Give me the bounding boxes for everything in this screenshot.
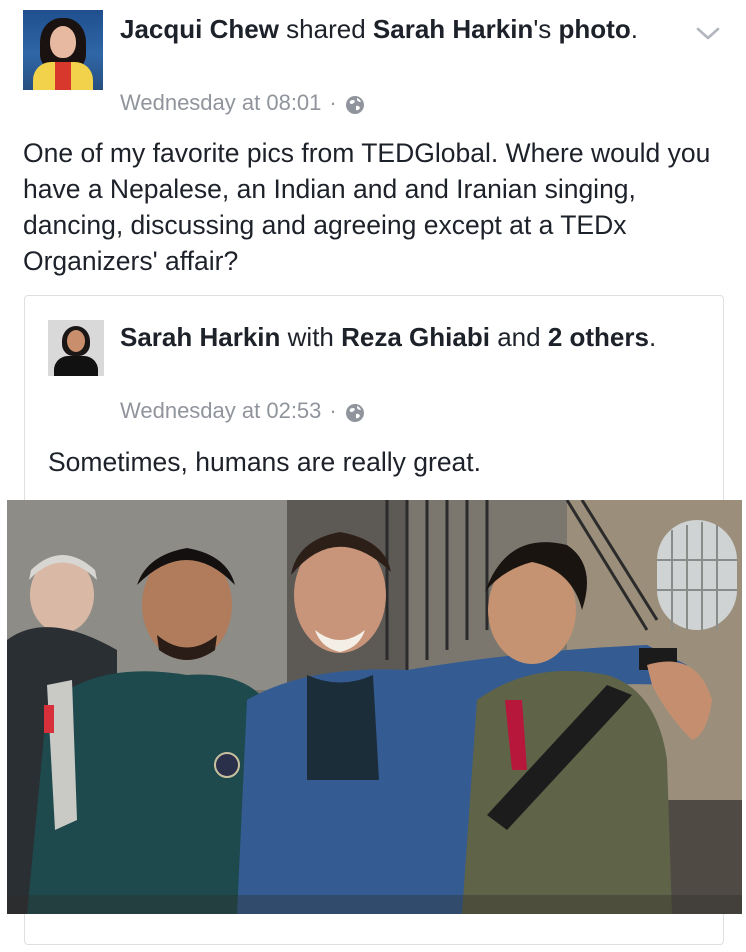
shared-author-link[interactable]: Sarah Harkin [120,322,280,352]
globe-icon[interactable] [345,93,365,114]
shared-photo[interactable] [7,500,742,914]
author-name-link[interactable]: Jacqui Chew [120,14,279,44]
header-action-text: shared [286,14,366,44]
post-meta: Wednesday at 08:01 · [120,88,365,118]
shared-author-avatar[interactable] [48,320,104,376]
feed-post: Jacqui Chew shared Sarah Harkin's photo.… [0,0,746,952]
possessive-suffix: 's [533,14,552,44]
post-timestamp[interactable]: Wednesday at 08:01 [120,88,321,118]
chevron-down-icon[interactable] [696,24,720,44]
shared-header-period: . [648,322,657,352]
meta-separator: · [329,90,337,115]
and-text: and [497,322,541,352]
others-link[interactable]: 2 others [548,322,649,352]
shared-post-meta: Wednesday at 02:53 · [120,396,365,426]
globe-icon[interactable] [345,401,365,422]
shared-object-link[interactable]: photo [559,14,631,44]
shared-meta-separator: · [329,398,337,423]
shared-owner-link[interactable]: Sarah Harkin [373,14,533,44]
shared-timestamp[interactable]: Wednesday at 02:53 [120,396,321,426]
author-avatar[interactable] [23,10,103,90]
shared-post-text: Sometimes, humans are really great. [48,447,482,477]
shared-post-header: Sarah Harkin with Reza Ghiabi and 2 othe… [120,320,680,355]
header-period: . [630,14,638,44]
with-text: with [287,322,334,352]
post-header: Jacqui Chew shared Sarah Harkin's photo. [120,12,680,47]
post-status-text: One of my favorite pics from TEDGlobal. … [23,138,711,276]
tagged-person-link[interactable]: Reza Ghiabi [341,322,490,352]
